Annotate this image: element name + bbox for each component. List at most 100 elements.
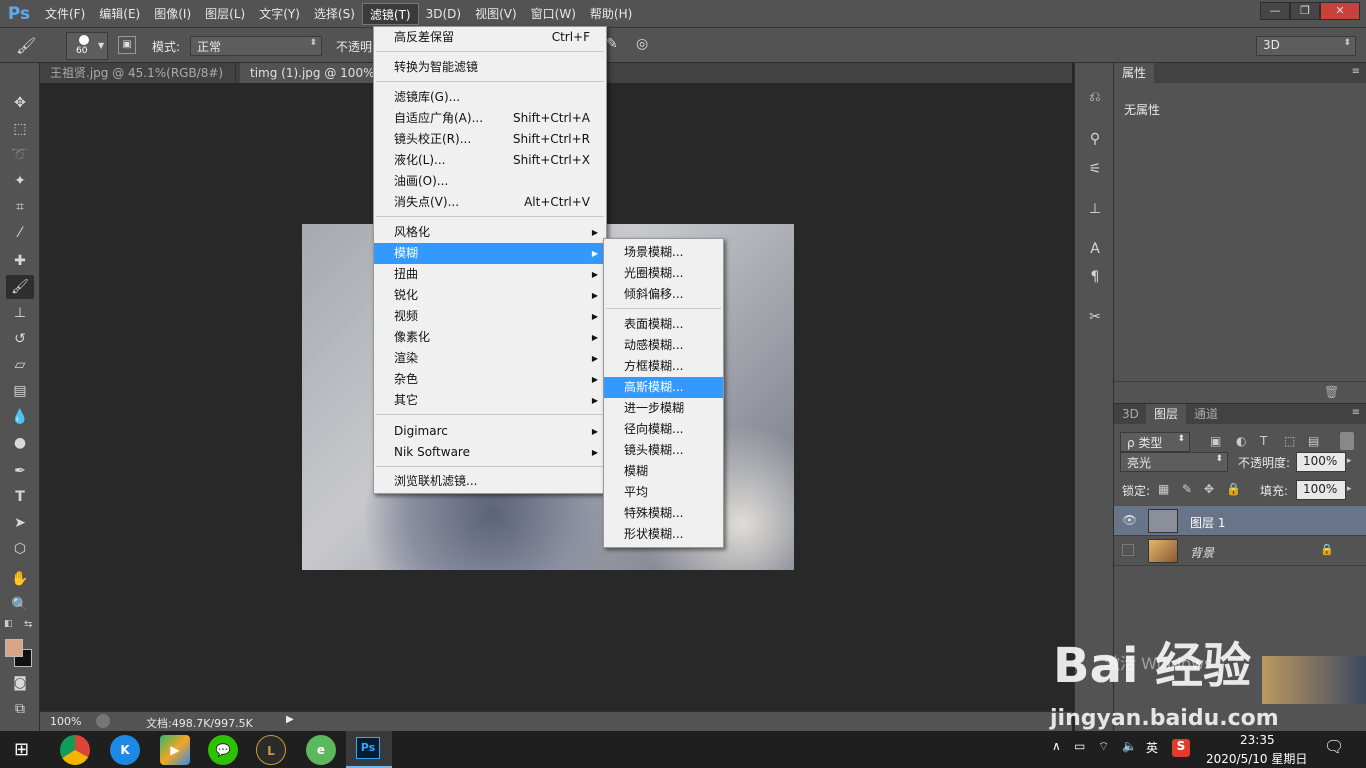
character-panel-icon[interactable]: A <box>1085 239 1105 259</box>
volume-icon[interactable]: 🔈 <box>1122 739 1137 753</box>
opacity-input[interactable]: 100% <box>1296 452 1346 472</box>
restore-button[interactable]: ❐ <box>1290 2 1320 20</box>
filter-shape-icon[interactable]: ⬚ <box>1284 434 1295 448</box>
filter-type-icon[interactable]: T <box>1260 434 1267 448</box>
blur-tool-icon[interactable]: 💧 <box>6 405 34 429</box>
menu-item-nik-software[interactable]: Nik Software ▶ <box>374 442 606 463</box>
tab-3d[interactable]: 3D <box>1114 404 1147 424</box>
menu-filter[interactable]: 滤镜(T) <box>361 2 419 25</box>
filter-pixel-icon[interactable]: ▣ <box>1210 434 1221 448</box>
dodge-tool-icon[interactable]: ● <box>6 431 34 455</box>
league-icon[interactable]: L <box>256 735 286 765</box>
video-player-icon[interactable]: ▶ <box>160 735 190 765</box>
menu-image[interactable]: 图像(I) <box>147 3 198 25</box>
history-brush-tool-icon[interactable]: ↺ <box>6 327 34 351</box>
panel-menu-icon[interactable]: ≡ <box>1352 66 1360 77</box>
brush-tool-icon[interactable]: 🖌 <box>16 36 36 55</box>
submenu-item-field-blur[interactable]: 场景模糊... <box>604 242 723 263</box>
menu-help[interactable]: 帮助(H) <box>583 3 639 25</box>
input-language[interactable]: 英 <box>1146 739 1158 756</box>
menu-type[interactable]: 文字(Y) <box>252 3 307 25</box>
screen-mode-icon[interactable]: ⧉ <box>6 697 34 721</box>
menu-item-filter-gallery[interactable]: 滤镜库(G)... <box>374 87 606 108</box>
path-selection-tool-icon[interactable]: ➤ <box>6 511 34 535</box>
submenu-item-average[interactable]: 平均 <box>604 482 723 503</box>
menu-item-convert-smart-filter[interactable]: 转换为智能滤镜 <box>374 57 606 78</box>
lock-position-icon[interactable]: ✥ <box>1204 482 1214 496</box>
layer-row-1[interactable]: 👁 图层 1 <box>1114 506 1366 536</box>
submenu-item-blur-more[interactable]: 进一步模糊 <box>604 398 723 419</box>
wechat-icon[interactable]: 💬 <box>208 735 238 765</box>
menu-item-distort[interactable]: 扭曲 ▶ <box>374 264 606 285</box>
filter-adjustment-icon[interactable]: ◐ <box>1236 434 1246 448</box>
history-panel-icon[interactable]: ⎌ <box>1085 87 1105 107</box>
menu-item-lens-correction[interactable]: 镜头校正(R)... Shift+Ctrl+R <box>374 129 606 150</box>
magic-wand-tool-icon[interactable]: ✦ <box>6 169 34 193</box>
lock-transparent-icon[interactable]: ▦ <box>1158 482 1169 496</box>
lasso-tool-icon[interactable]: ➰ <box>6 143 34 167</box>
submenu-item-shape-blur[interactable]: 形状模糊... <box>604 524 723 545</box>
blend-mode-select[interactable]: 亮光 ⬍ <box>1120 452 1228 472</box>
pen-tool-icon[interactable]: ✒ <box>6 459 34 483</box>
status-info-icon[interactable] <box>96 714 110 728</box>
clone-source-icon[interactable]: ⊥ <box>1085 199 1105 219</box>
eraser-tool-icon[interactable]: ▱ <box>6 353 34 377</box>
menu-item-pixelate[interactable]: 像素化 ▶ <box>374 327 606 348</box>
chrome-icon[interactable] <box>60 735 90 765</box>
crop-tool-icon[interactable]: ⌗ <box>6 195 34 219</box>
tray-expand-icon[interactable]: ∧ <box>1052 739 1061 753</box>
windows-start-icon[interactable]: ⊞ <box>14 739 29 760</box>
menu-item-blur[interactable]: 模糊 ▶ <box>374 243 606 264</box>
brush-preset-picker[interactable]: 60 ▼ <box>66 32 108 60</box>
trash-icon[interactable]: 🗑 <box>1324 385 1339 399</box>
zoom-tool-icon[interactable]: 🔍 <box>6 593 34 617</box>
type-tool-icon[interactable]: T <box>6 485 34 509</box>
layer-row-background[interactable]: 背景 🔒 <box>1114 536 1366 566</box>
submenu-item-surface-blur[interactable]: 表面模糊... <box>604 314 723 335</box>
photoshop-taskbar-button[interactable]: Ps <box>346 731 392 768</box>
menu-item-other[interactable]: 其它 ▶ <box>374 390 606 411</box>
tab-layers[interactable]: 图层 <box>1146 404 1187 424</box>
brush-presets-icon[interactable]: ⚲ <box>1085 129 1105 149</box>
submenu-item-tilt-shift[interactable]: 倾斜偏移... <box>604 284 723 305</box>
pressure-icon[interactable]: ✎ <box>606 36 618 52</box>
browser-360-icon[interactable]: e <box>306 735 336 765</box>
chevron-right-icon[interactable]: ▸ <box>1347 484 1352 494</box>
foreground-color-swatch[interactable] <box>5 639 23 657</box>
swap-colors-icon[interactable]: ⇆ <box>24 619 32 630</box>
notification-icon[interactable]: 🗨 <box>1324 737 1344 756</box>
menu-item-sharpen[interactable]: 锐化 ▶ <box>374 285 606 306</box>
submenu-item-iris-blur[interactable]: 光圈模糊... <box>604 263 723 284</box>
shape-tool-icon[interactable]: ⬡ <box>6 537 34 561</box>
menu-item-noise[interactable]: 杂色 ▶ <box>374 369 606 390</box>
menu-3d[interactable]: 3D(D) <box>419 3 468 25</box>
fill-input[interactable]: 100% <box>1296 480 1346 500</box>
tray-battery-icon[interactable]: ▭ <box>1074 739 1085 753</box>
clock-time[interactable]: 23:35 <box>1240 733 1275 747</box>
kugou-icon[interactable]: K <box>110 735 140 765</box>
default-colors-icon[interactable]: ◧ <box>4 619 13 629</box>
menu-file[interactable]: 文件(F) <box>38 3 92 25</box>
menu-item-browse-online-filters[interactable]: 浏览联机滤镜... <box>374 471 606 492</box>
submenu-item-blur[interactable]: 模糊 <box>604 461 723 482</box>
submenu-item-box-blur[interactable]: 方框模糊... <box>604 356 723 377</box>
submenu-item-smart-blur[interactable]: 特殊模糊... <box>604 503 723 524</box>
filter-toggle[interactable] <box>1340 432 1354 450</box>
panel-menu-icon[interactable]: ≡ <box>1352 407 1360 418</box>
chevron-right-icon[interactable]: ▸ <box>1347 456 1352 466</box>
eyedropper-tool-icon[interactable]: ⁄ <box>6 221 34 245</box>
eye-icon[interactable]: 👁 <box>1122 513 1137 527</box>
brush-settings-icon[interactable]: ⚟ <box>1085 159 1105 179</box>
tab-channels[interactable]: 通道 <box>1186 404 1226 424</box>
filter-smart-icon[interactable]: ▤ <box>1308 434 1319 448</box>
menu-view[interactable]: 视图(V) <box>468 3 524 25</box>
paragraph-panel-icon[interactable]: ¶ <box>1085 267 1105 287</box>
menu-window[interactable]: 窗口(W) <box>524 3 583 25</box>
tab-wangzuxian[interactable]: 王祖贤.jpg @ 45.1%(RGB/8#) * × <box>40 63 236 100</box>
brush-panel-toggle-icon[interactable]: ▣ <box>118 36 136 54</box>
quick-mask-icon[interactable]: ◙ <box>6 671 34 695</box>
status-arrow-icon[interactable]: ▶ <box>286 714 294 725</box>
menu-item-video[interactable]: 视频 ▶ <box>374 306 606 327</box>
marquee-tool-icon[interactable]: ⬚ <box>6 117 34 141</box>
wifi-icon[interactable]: ⌔ <box>1098 739 1109 754</box>
